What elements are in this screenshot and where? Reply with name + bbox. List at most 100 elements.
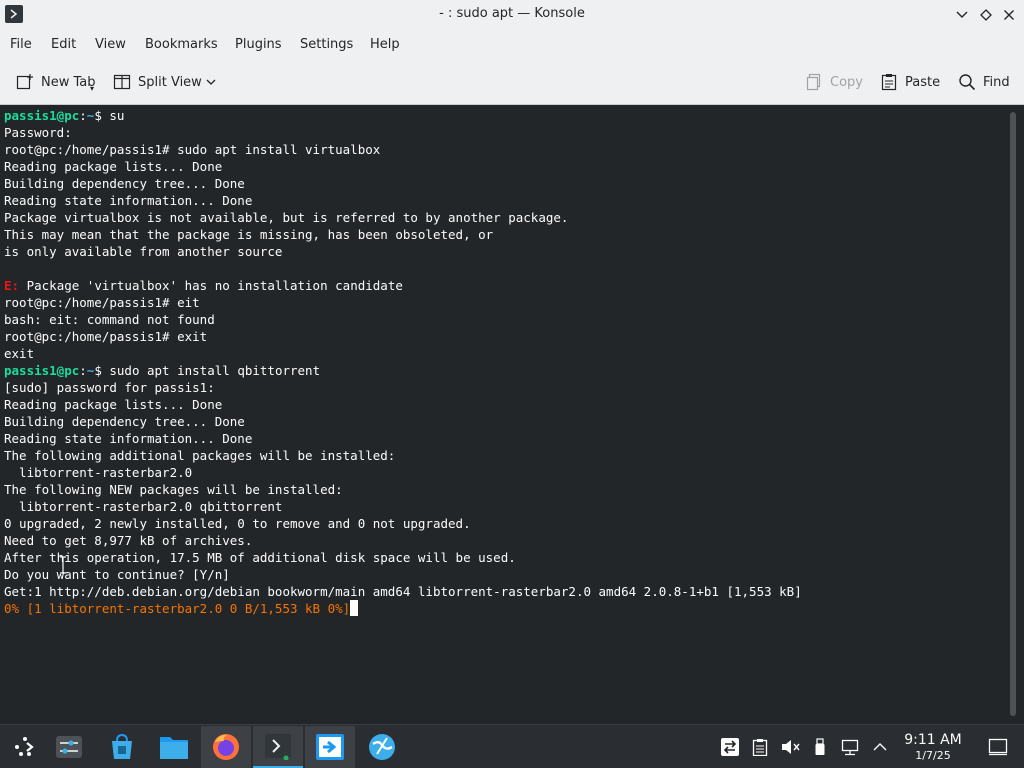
split-view-icon: [113, 74, 131, 90]
menu-edit[interactable]: Edit: [51, 37, 76, 52]
terminal-text: E:: [4, 278, 20, 293]
show-desktop-icon[interactable]: [988, 738, 1008, 756]
terminal-text: passis1@pc: [4, 363, 80, 378]
terminal-area[interactable]: passis1@pc:~$ su Password: root@pc:/home/p…: [0, 106, 1024, 724]
menu-settings[interactable]: Settings: [300, 37, 353, 52]
menu-plugins[interactable]: Plugins: [235, 37, 282, 52]
menu-bookmarks[interactable]: Bookmarks: [145, 37, 218, 52]
terminal-line: Do you want to continue? [Y/n]: [4, 566, 802, 583]
menu-help[interactable]: Help: [370, 37, 400, 52]
menu-view[interactable]: View: [95, 37, 126, 52]
taskbar-discover[interactable]: [97, 726, 147, 768]
terminal-text: Reading package lists... Done: [4, 159, 223, 174]
taskbar-dolphin[interactable]: [149, 726, 199, 768]
split-view-label: Split View: [138, 74, 202, 90]
terminal-line: [sudo] password for passis1:: [4, 379, 802, 396]
firefox-icon: [213, 734, 239, 760]
tray-usb[interactable]: [810, 737, 830, 757]
terminal-line: Reading state information... Done: [4, 192, 802, 209]
terminal-text: root@pc:/home/passis1# sudo apt install …: [4, 142, 381, 157]
terminal-line: Need to get 8,977 kB of archives.: [4, 532, 802, 549]
find-label: Find: [983, 74, 1010, 90]
terminal-text: 0 upgraded, 2 newly installed, 0 to remo…: [4, 516, 471, 531]
terminal-line: root@pc:/home/passis1# exit: [4, 328, 802, 345]
clock-date: 1/7/25: [915, 749, 951, 762]
tray-task-switch[interactable]: [720, 737, 740, 757]
close-icon: [1004, 10, 1014, 20]
terminal-text: The following NEW packages will be insta…: [4, 482, 343, 497]
toolbar: New Tab Split View Copy Paste Find: [0, 59, 1024, 105]
find-button[interactable]: Find: [958, 70, 1010, 94]
terminal-output: passis1@pc:~$ su Password: root@pc:/home/p…: [4, 107, 802, 617]
window-title: - : sudo apt — Konsole: [439, 6, 585, 21]
terminal-line: Reading package lists... Done: [4, 396, 802, 413]
terminal-text: After this operation, 17.5 MB of additio…: [4, 550, 516, 565]
terminal-text: [sudo] password for passis1:: [4, 380, 215, 395]
taskbar-konsole[interactable]: [253, 726, 303, 768]
file-manager-icon: [160, 737, 188, 759]
usb-device-icon: [815, 738, 825, 755]
terminal-text: Building dependency tree... Done: [4, 176, 245, 191]
terminal-line: After this operation, 17.5 MB of additio…: [4, 549, 802, 566]
new-tab-dropdown-icon[interactable]: ▾: [90, 84, 94, 93]
copy-button[interactable]: Copy: [805, 70, 863, 94]
application-launcher[interactable]: [0, 726, 50, 768]
terminal-cursor: [350, 600, 359, 616]
terminal-line: libtorrent-rasterbar2.0: [4, 464, 802, 481]
remote-desktop-icon: [316, 734, 344, 760]
terminal-line: The following NEW packages will be insta…: [4, 481, 802, 498]
paste-button[interactable]: Paste: [880, 70, 940, 94]
copy-icon: [806, 73, 821, 91]
tray-volume[interactable]: [780, 737, 800, 757]
menu-bar: File Edit View Bookmarks Plugins Setting…: [0, 30, 1024, 59]
tray-network[interactable]: [840, 737, 860, 757]
konsole-icon: [265, 734, 291, 760]
taskbar-remote-desktop[interactable]: [305, 726, 355, 768]
taskbar-firefox[interactable]: [201, 726, 251, 768]
maximize-button[interactable]: [975, 4, 997, 26]
terminal-text: Building dependency tree... Done: [4, 414, 245, 429]
terminal-line: 0 upgraded, 2 newly installed, 0 to remo…: [4, 515, 802, 532]
new-tab-icon: [16, 74, 33, 90]
terminal-text: This may mean that the package is missin…: [4, 227, 494, 242]
chevron-up-icon: [873, 743, 887, 751]
split-view-dropdown-icon[interactable]: [205, 74, 217, 90]
network-icon: [841, 739, 859, 756]
terminal-text: Get:1 http://deb.debian.org/debian bookw…: [4, 584, 802, 599]
menu-file[interactable]: File: [10, 37, 32, 52]
terminal-line: Building dependency tree... Done: [4, 175, 802, 192]
copy-label: Copy: [830, 74, 863, 90]
terminal-text: Reading state information... Done: [4, 431, 253, 446]
terminal-text: libtorrent-rasterbar2.0: [4, 465, 193, 480]
terminal-line: E: Package 'virtualbox' has no installat…: [4, 277, 802, 294]
terminal-scrollbar[interactable]: [1010, 112, 1016, 716]
close-button[interactable]: [998, 4, 1020, 26]
chevron-down-icon: [956, 11, 968, 18]
volume-muted-icon: [782, 740, 800, 754]
terminal-text: root@pc:/home/passis1# exit: [4, 329, 208, 344]
terminal-line: This may mean that the package is missin…: [4, 226, 802, 243]
paste-icon: [881, 74, 897, 91]
terminal-text: Package 'virtualbox' has no installation…: [19, 278, 403, 293]
taskbar-web-browser[interactable]: [357, 726, 407, 768]
terminal-text: Package virtualbox is not available, but…: [4, 210, 569, 225]
terminal-text: :: [79, 108, 87, 123]
new-tab-button[interactable]: New Tab: [16, 70, 96, 94]
terminal-text: bash: eit: command not found: [4, 312, 215, 327]
terminal-text: 0% [1 libtorrent-rasterbar2.0 0 B/1,553 …: [4, 601, 351, 616]
terminal-line: passis1@pc:~$ su: [4, 107, 802, 124]
tray-clipboard[interactable]: [750, 737, 770, 757]
paste-label: Paste: [905, 74, 941, 90]
split-view-button[interactable]: Split View: [113, 70, 202, 94]
minimize-button[interactable]: [951, 4, 973, 26]
terminal-line: libtorrent-rasterbar2.0 qbittorrent: [4, 498, 802, 515]
digital-clock[interactable]: 9:11 AM 1/7/25: [895, 732, 971, 762]
system-settings-icon: [56, 736, 82, 758]
discover-store-icon: [112, 733, 132, 759]
terminal-line: Reading package lists... Done: [4, 158, 802, 175]
tray-expand[interactable]: [870, 737, 890, 757]
new-tab-label: New Tab: [41, 74, 96, 90]
taskbar-system-settings[interactable]: [44, 726, 94, 768]
terminal-text: :: [79, 363, 87, 378]
terminal-text: Do you want to continue? [Y/n]: [4, 567, 230, 582]
